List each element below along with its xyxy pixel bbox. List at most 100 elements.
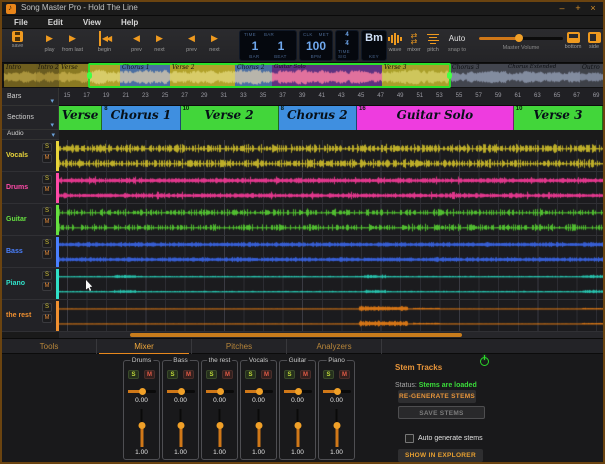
mute-button[interactable]: M	[300, 370, 311, 379]
save-stems-button[interactable]: SAVE STEMS	[398, 406, 485, 419]
mute-button[interactable]: M	[42, 186, 52, 195]
time-mode-toggle[interactable]: TIME	[244, 32, 256, 37]
pan-slider[interactable]	[128, 390, 156, 393]
mixer-view-button[interactable]: ⇄⇄ mixer	[406, 32, 422, 60]
fader-knob[interactable]	[255, 422, 262, 429]
tab-mixer[interactable]: Mixer	[97, 339, 192, 355]
song-overview-strip[interactable]: IntroIntro 2VerseChorus 1Verse 2Chorus 2…	[2, 63, 603, 88]
track-lane-guitar[interactable]	[59, 204, 603, 236]
side-panel-button[interactable]: side	[586, 32, 602, 50]
show-in-explorer-button[interactable]: SHOW IN EXPLORER	[398, 449, 483, 462]
section-chorus-1[interactable]: 8Chorus 1	[102, 106, 180, 130]
pan-slider[interactable]	[323, 390, 351, 393]
volume-fader[interactable]	[254, 409, 263, 447]
bars-row-header[interactable]: Bars ▾	[2, 88, 59, 106]
pan-slider[interactable]	[167, 390, 195, 393]
pan-knob[interactable]	[256, 388, 263, 395]
pan-knob[interactable]	[139, 388, 146, 395]
track-lane-piano[interactable]	[59, 268, 603, 300]
mute-button[interactable]: M	[339, 370, 350, 379]
minimize-button[interactable]: –	[555, 2, 569, 15]
mute-button[interactable]: M	[144, 370, 155, 379]
snap-to-value[interactable]: Auto	[440, 34, 474, 43]
power-icon[interactable]	[480, 357, 489, 366]
pitch-view-button[interactable]: pitch	[425, 32, 441, 60]
solo-button[interactable]: S	[128, 370, 139, 379]
pan-knob[interactable]	[178, 388, 185, 395]
fader-knob[interactable]	[294, 422, 301, 429]
mute-button[interactable]: M	[42, 314, 52, 323]
volume-fader[interactable]	[137, 409, 146, 447]
next-bar-button[interactable]: ▶next	[148, 31, 171, 61]
sections-row-header[interactable]: Sections ▾	[2, 106, 59, 130]
volume-fader[interactable]	[215, 409, 224, 447]
solo-button[interactable]: S	[42, 271, 52, 280]
track-lane-the-rest[interactable]	[59, 300, 603, 332]
track-lane-vocals[interactable]	[59, 140, 603, 172]
section-chorus-2[interactable]: 8Chorus 2	[279, 106, 357, 130]
solo-button[interactable]: S	[167, 370, 178, 379]
mute-button[interactable]: M	[42, 282, 52, 291]
audio-group-header[interactable]: Audio ▾	[2, 130, 59, 140]
volume-fader[interactable]	[293, 409, 302, 447]
bar-mode-toggle[interactable]: BAR	[264, 32, 274, 37]
chevron-down-icon[interactable]: ▾	[51, 131, 55, 139]
solo-button[interactable]: S	[42, 239, 52, 248]
menu-help[interactable]: Help	[113, 18, 146, 27]
track-lane-bass[interactable]	[59, 236, 603, 268]
clk-toggle[interactable]: CLK	[303, 32, 313, 37]
scrollbar-thumb[interactable]	[130, 333, 462, 337]
pan-slider[interactable]	[284, 390, 312, 393]
close-button[interactable]: ×	[586, 2, 600, 15]
pan-knob[interactable]	[217, 388, 224, 395]
track-header-guitar[interactable]: GuitarSM	[2, 204, 59, 236]
section-verse-3[interactable]: 10Verse 3	[514, 106, 603, 130]
fader-knob[interactable]	[177, 422, 184, 429]
pan-knob[interactable]	[295, 388, 302, 395]
track-header-piano[interactable]: PianoSM	[2, 268, 59, 300]
mute-button[interactable]: M	[261, 370, 272, 379]
volume-fader[interactable]	[176, 409, 185, 447]
track-lane-drums[interactable]	[59, 172, 603, 204]
fader-knob[interactable]	[333, 422, 340, 429]
tab-pitches[interactable]: Pitches	[192, 339, 287, 355]
solo-button[interactable]: S	[323, 370, 334, 379]
solo-button[interactable]: S	[42, 175, 52, 184]
from-last-button[interactable]: ▶from last	[61, 31, 84, 61]
menu-view[interactable]: View	[75, 18, 109, 27]
prev-bar-button[interactable]: ◀prev	[125, 31, 148, 61]
save-button[interactable]: save	[6, 31, 29, 61]
fader-knob[interactable]	[138, 422, 145, 429]
section-verse[interactable]: Verse	[59, 106, 102, 130]
begin-button[interactable]: ◀◀begin	[93, 31, 116, 61]
next-beat-button[interactable]: ▶next	[203, 31, 226, 61]
track-header-the-rest[interactable]: the restSM	[2, 300, 59, 332]
volume-fader[interactable]	[332, 409, 341, 447]
pan-slider[interactable]	[206, 390, 234, 393]
mute-button[interactable]: M	[42, 250, 52, 259]
solo-button[interactable]: S	[42, 143, 52, 152]
met-toggle[interactable]: MET	[319, 32, 329, 37]
mute-button[interactable]: M	[183, 370, 194, 379]
auto-generate-checkbox[interactable]	[405, 434, 414, 443]
solo-button[interactable]: S	[206, 370, 217, 379]
solo-button[interactable]: S	[284, 370, 295, 379]
track-header-drums[interactable]: DrumsSM	[2, 172, 59, 204]
pan-slider[interactable]	[245, 390, 273, 393]
bars-ruler[interactable]: 1517192123252729313335373941434547495153…	[59, 88, 603, 106]
master-volume-track[interactable]	[479, 37, 563, 40]
sections-lane[interactable]: Verse8Chorus 110Verse 28Chorus 216Guitar…	[59, 106, 603, 130]
menu-edit[interactable]: Edit	[40, 18, 71, 27]
pan-knob[interactable]	[334, 388, 341, 395]
solo-button[interactable]: S	[42, 303, 52, 312]
solo-button[interactable]: S	[245, 370, 256, 379]
waveform-area[interactable]	[59, 140, 603, 332]
fader-knob[interactable]	[216, 422, 223, 429]
track-header-vocals[interactable]: VocalsSM	[2, 140, 59, 172]
wave-view-button[interactable]: wave	[387, 32, 403, 60]
tab-analyzers[interactable]: Analyzers	[287, 339, 382, 355]
bottom-panel-button[interactable]: bottom	[565, 32, 581, 50]
play-button[interactable]: ▶play	[38, 31, 61, 61]
maximize-button[interactable]: +	[571, 2, 585, 15]
section-guitar-solo[interactable]: 16Guitar Solo	[357, 106, 514, 130]
